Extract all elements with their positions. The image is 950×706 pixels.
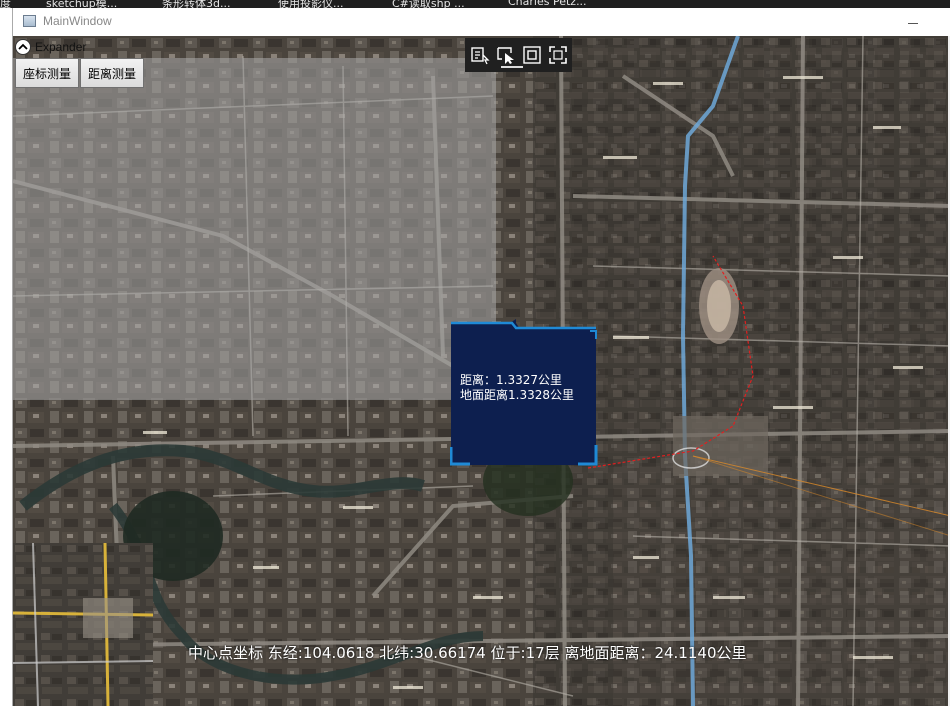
satellite-map[interactable]: Expander 座标测量 距离测量 距离：1.3327公里 地面距离1.332… [13, 36, 950, 706]
title-bar[interactable]: MainWindow [13, 8, 950, 36]
frame-icon[interactable] [522, 45, 542, 65]
chevron-up-icon[interactable] [15, 39, 31, 55]
app-icon [23, 15, 36, 27]
taskbar-item[interactable]: 使用投影仪... [278, 0, 344, 8]
overview-minimap[interactable] [13, 543, 153, 706]
pointer-select-icon[interactable] [496, 45, 516, 65]
map-overlay-region [13, 58, 496, 400]
taskbar-item[interactable]: Charles Petz... [508, 0, 587, 8]
taskbar-item[interactable]: 条形转体3d... [162, 0, 230, 8]
expander-label: Expander [35, 40, 87, 54]
coordinate-measure-button[interactable]: 座标测量 [15, 58, 80, 88]
measure-tool-icon[interactable] [470, 45, 490, 65]
ground-distance-value: 地面距离1.3328公里 [460, 388, 574, 402]
taskbar-item[interactable]: 度 [0, 0, 11, 8]
taskbar-item[interactable]: sketchup模... [46, 0, 117, 8]
measure-toolbar: 座标测量 距离测量 [15, 58, 145, 88]
distance-popup: 距离：1.3327公里 地面距离1.3328公里 [450, 319, 598, 467]
background-taskbar: 度 sketchup模... 条形转体3d... 使用投影仪... C#读取sh… [0, 0, 950, 8]
distance-measure-button[interactable]: 距离测量 [80, 58, 145, 88]
window-title: MainWindow [43, 14, 112, 28]
minimap-imagery [13, 543, 153, 706]
expander[interactable]: Expander [15, 38, 86, 56]
taskbar-item[interactable]: C#读取shp ... [392, 0, 465, 8]
main-window: MainWindow Expander 座标测量 距离测量 距离：1.3327公… [12, 8, 950, 706]
map-tool-strip [465, 38, 572, 72]
minimize-button[interactable] [901, 12, 925, 32]
fullscreen-icon[interactable] [548, 45, 568, 65]
center-coordinate-status: 中心点坐标 东经:104.0618 北纬:30.66174 位于:17层 离地面… [188, 644, 747, 662]
active-tool-indicator [501, 66, 523, 68]
